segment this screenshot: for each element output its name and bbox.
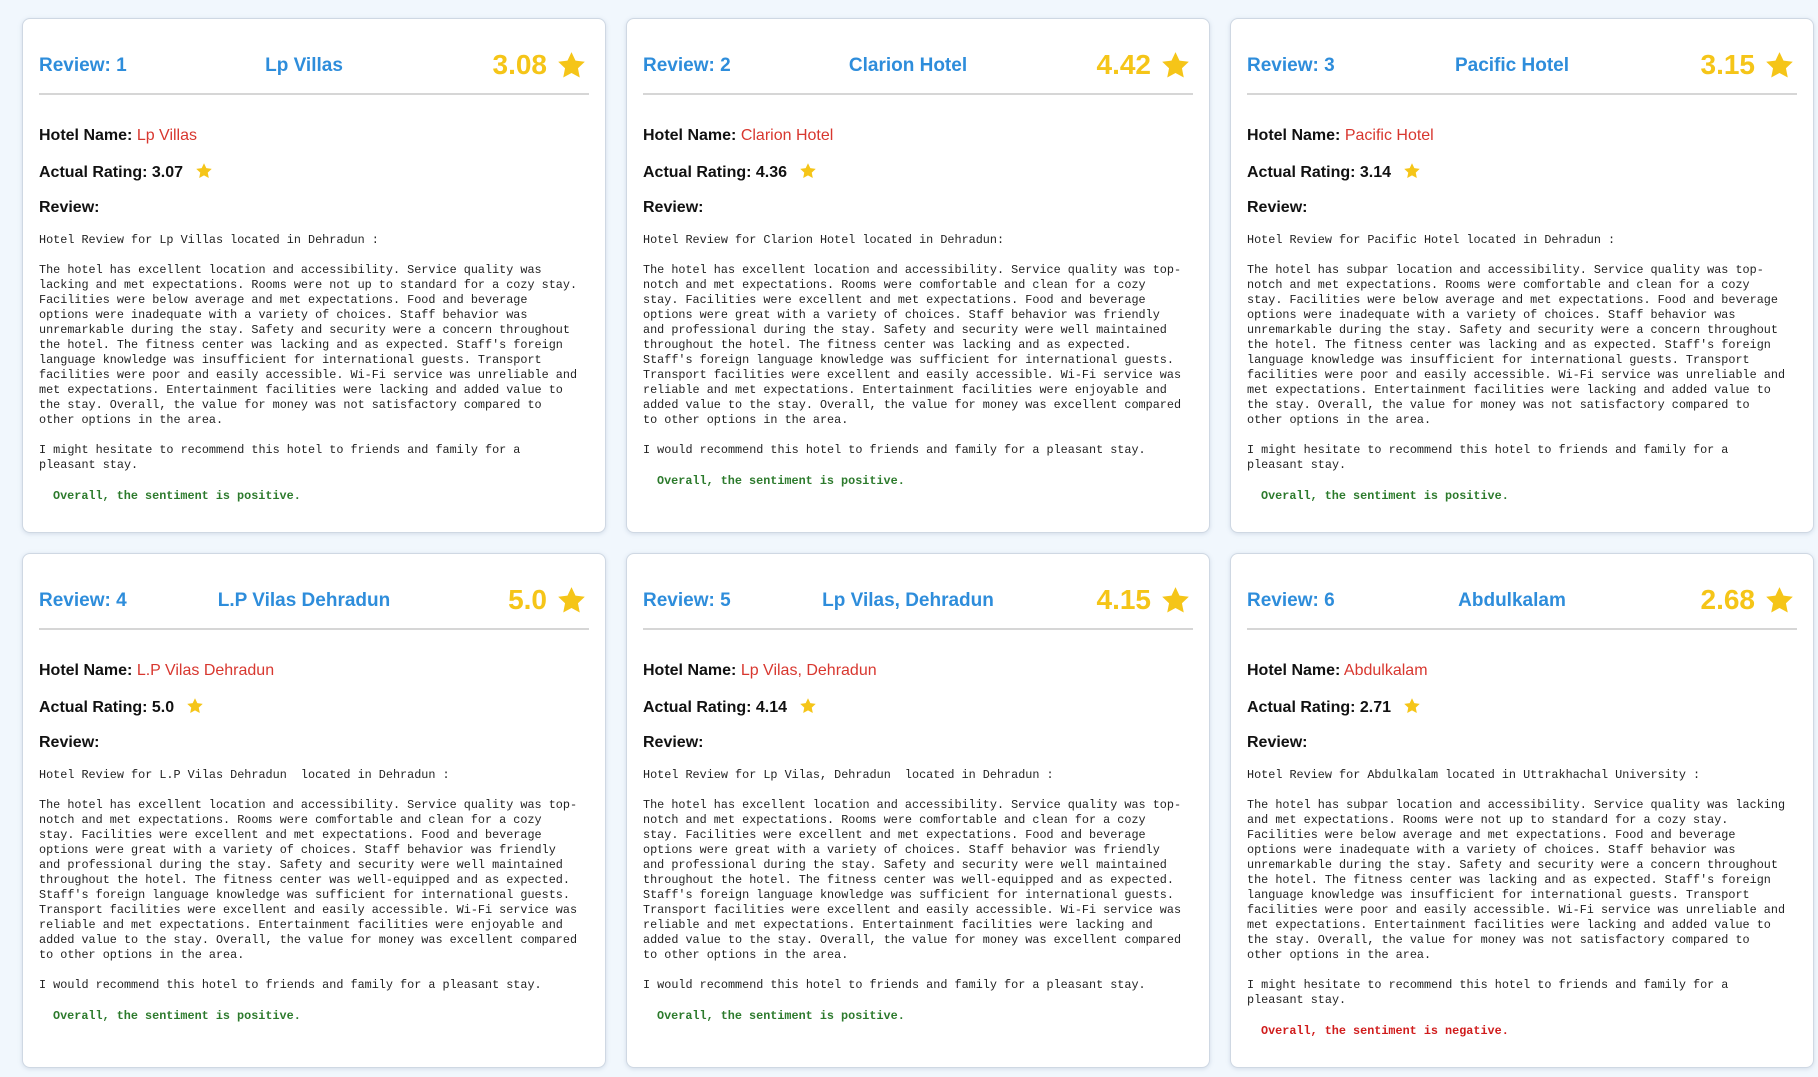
sentiment-label: Overall, the sentiment is positive.	[657, 1009, 905, 1023]
star-icon	[558, 51, 585, 78]
actual-rating-row: Actual Rating: 3.14	[1247, 162, 1797, 182]
card-header: Review: 2 Clarion Hotel 4.42	[643, 29, 1193, 95]
card-header: Review: 5 Lp Vilas, Dehradun 4.15	[643, 564, 1193, 630]
review-label: Review:	[1247, 199, 1308, 216]
review-card: Review: 4 L.P Vilas Dehradun 5.0 Hotel N…	[22, 553, 606, 1068]
review-card: Review: 5 Lp Vilas, Dehradun 4.15 Hotel …	[626, 553, 1210, 1068]
hotel-name-value: Lp Vilas, Dehradun	[740, 662, 877, 679]
hotel-name-row: Hotel Name: L.P Vilas Dehradun	[39, 662, 589, 680]
hotel-name-label: Hotel Name:	[643, 127, 737, 144]
review-card: Review: 3 Pacific Hotel 3.15 Hotel Name:…	[1230, 18, 1814, 533]
review-text: Hotel Review for Abdulkalam located in U…	[1247, 768, 1786, 1007]
predicted-rating-value: 4.15	[1096, 584, 1152, 615]
predicted-rating: 4.15	[1097, 584, 1192, 616]
hotel-name-value: L.P Vilas Dehradun	[136, 662, 275, 679]
actual-rating-value: 2.71	[1359, 699, 1392, 716]
hotel-name-row: Hotel Name: Lp Vilas, Dehradun	[643, 662, 1193, 680]
hotel-title: L.P Vilas Dehradun	[217, 590, 391, 611]
hotel-name-label: Hotel Name:	[643, 662, 737, 679]
actual-rating-value: 5.0	[151, 699, 175, 716]
review-text: Hotel Review for Pacific Hotel located i…	[1247, 233, 1786, 472]
sentiment-label: Overall, the sentiment is positive.	[657, 474, 905, 488]
card-header: Review: 1 Lp Villas 3.08	[39, 29, 589, 95]
actual-rating-value: 3.07	[151, 164, 184, 181]
hotel-name-row: Hotel Name: Pacific Hotel	[1247, 127, 1797, 145]
actual-rating-value: 4.14	[755, 699, 788, 716]
review-label: Review:	[643, 734, 704, 751]
star-icon	[799, 163, 816, 178]
hotel-name-value: Lp Villas	[136, 127, 197, 144]
review-label: Review:	[643, 199, 704, 216]
star-icon	[799, 698, 816, 713]
hotel-name-label: Hotel Name:	[1247, 127, 1341, 144]
actual-rating-label: Actual Rating:	[643, 699, 752, 716]
actual-rating-row: Actual Rating: 2.71	[1247, 697, 1797, 717]
predicted-rating: 5.0	[508, 584, 587, 616]
hotel-name-row: Hotel Name: Abdulkalam	[1247, 662, 1797, 680]
actual-rating-row: Actual Rating: 4.36	[643, 162, 1193, 182]
predicted-rating-value: 3.08	[492, 49, 548, 80]
review-text: Hotel Review for L.P Vilas Dehradun loca…	[39, 768, 578, 992]
review-label: Review:	[39, 199, 100, 216]
actual-rating-label: Actual Rating:	[39, 699, 148, 716]
card-header: Review: 4 L.P Vilas Dehradun 5.0	[39, 564, 589, 630]
star-icon	[1766, 586, 1793, 613]
actual-rating-label: Actual Rating:	[1247, 699, 1356, 716]
sentiment-label: Overall, the sentiment is negative.	[1261, 1024, 1509, 1038]
star-icon	[558, 586, 585, 613]
star-icon	[1162, 586, 1189, 613]
star-icon	[1403, 698, 1420, 713]
actual-rating-row: Actual Rating: 3.07	[39, 162, 589, 182]
hotel-name-row: Hotel Name: Lp Villas	[39, 127, 589, 145]
predicted-rating: 3.08	[493, 49, 588, 81]
predicted-rating-value: 4.42	[1096, 49, 1152, 80]
hotel-name-value: Clarion Hotel	[740, 127, 834, 144]
review-card: Review: 2 Clarion Hotel 4.42 Hotel Name:…	[626, 18, 1210, 533]
star-icon	[1403, 163, 1420, 178]
actual-rating-label: Actual Rating:	[39, 164, 148, 181]
review-label: Review:	[1247, 734, 1308, 751]
review-card: Review: 1 Lp Villas 3.08 Hotel Name: Lp …	[22, 18, 606, 533]
review-label: Review:	[39, 734, 100, 751]
star-icon	[1162, 51, 1189, 78]
card-header: Review: 6 Abdulkalam 2.68	[1247, 564, 1797, 630]
predicted-rating-value: 3.15	[1700, 49, 1756, 80]
predicted-rating: 2.68	[1701, 584, 1796, 616]
hotel-name-label: Hotel Name:	[39, 127, 133, 144]
review-grid: Review: 1 Lp Villas 3.08 Hotel Name: Lp …	[22, 18, 1818, 1068]
sentiment-label: Overall, the sentiment is positive.	[1261, 489, 1509, 503]
hotel-name-label: Hotel Name:	[39, 662, 133, 679]
review-text: Hotel Review for Lp Villas located in De…	[39, 233, 578, 472]
actual-rating-label: Actual Rating:	[1247, 164, 1356, 181]
predicted-rating-value: 2.68	[1700, 584, 1756, 615]
review-text: Hotel Review for Clarion Hotel located i…	[643, 233, 1182, 457]
actual-rating-value: 3.14	[1359, 164, 1392, 181]
card-header: Review: 3 Pacific Hotel 3.15	[1247, 29, 1797, 95]
hotel-name-row: Hotel Name: Clarion Hotel	[643, 127, 1193, 145]
sentiment-label: Overall, the sentiment is positive.	[53, 1009, 301, 1023]
predicted-rating: 4.42	[1097, 49, 1192, 81]
actual-rating-value: 4.36	[755, 164, 788, 181]
sentiment-label: Overall, the sentiment is positive.	[53, 489, 301, 503]
star-icon	[1766, 51, 1793, 78]
predicted-rating: 3.15	[1701, 49, 1796, 81]
predicted-rating-value: 5.0	[508, 584, 547, 615]
hotel-name-value: Pacific Hotel	[1344, 127, 1434, 144]
review-text: Hotel Review for Lp Vilas, Dehradun loca…	[643, 768, 1182, 992]
hotel-name-value: Abdulkalam	[1343, 662, 1428, 679]
actual-rating-row: Actual Rating: 4.14	[643, 697, 1193, 717]
hotel-name-label: Hotel Name:	[1247, 662, 1341, 679]
star-icon	[186, 698, 203, 713]
review-card: Review: 6 Abdulkalam 2.68 Hotel Name: Ab…	[1230, 553, 1814, 1068]
actual-rating-label: Actual Rating:	[643, 164, 752, 181]
actual-rating-row: Actual Rating: 5.0	[39, 697, 589, 717]
star-icon	[195, 163, 212, 178]
